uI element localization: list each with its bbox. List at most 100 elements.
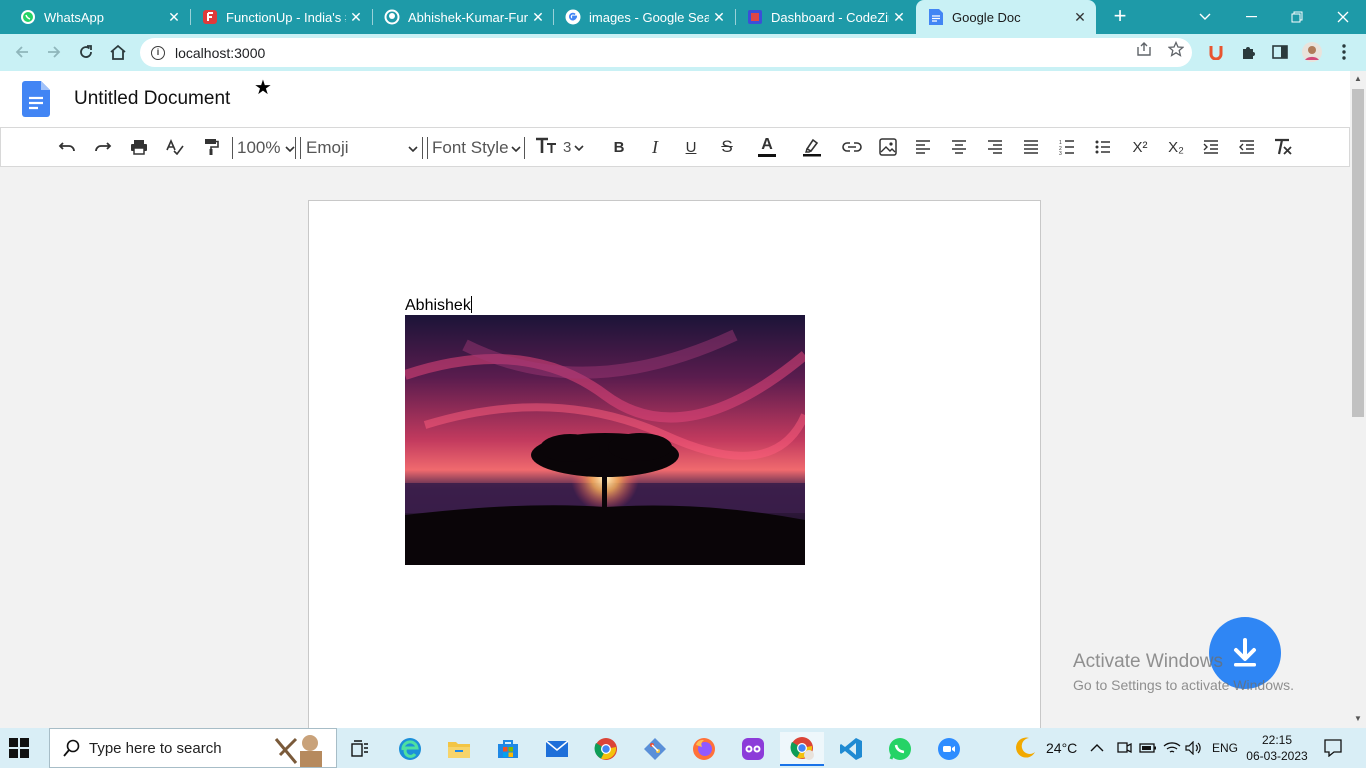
forward-button[interactable] (42, 40, 66, 64)
bold-button[interactable]: B (607, 134, 631, 160)
page-scrollbar[interactable]: ▲ ▼ (1350, 71, 1366, 728)
strikethrough-button[interactable]: S (715, 134, 739, 160)
minimize-button[interactable] (1228, 0, 1274, 34)
tab-functionup[interactable]: FunctionUp - India's # ✕ (182, 0, 372, 34)
mail-icon[interactable] (535, 732, 579, 766)
profile-avatar[interactable] (1302, 42, 1322, 62)
tab-search-chevron-icon[interactable] (1182, 0, 1228, 34)
align-center-icon[interactable] (947, 134, 971, 160)
chrome-icon[interactable] (584, 732, 628, 766)
notification-center-icon[interactable] (1324, 728, 1342, 768)
back-button[interactable] (10, 40, 34, 64)
paint-format-icon[interactable] (199, 134, 223, 160)
codezinc-icon (747, 9, 763, 25)
site-info-icon[interactable]: i (151, 45, 165, 60)
undo-icon[interactable] (55, 134, 79, 160)
redo-icon[interactable] (91, 134, 115, 160)
underline-button[interactable]: U (679, 134, 703, 160)
bookmark-star-icon[interactable] (1167, 40, 1185, 57)
tab-close-icon[interactable]: ✕ (889, 9, 909, 26)
edge-icon[interactable] (388, 732, 432, 766)
tab-close-icon[interactable]: ✕ (164, 9, 184, 26)
vscode-icon[interactable] (829, 732, 873, 766)
taskbar-search[interactable]: Type here to search (49, 728, 337, 768)
star-icon[interactable]: ★ (254, 78, 274, 98)
mask-app-icon[interactable] (731, 732, 775, 766)
scroll-down-icon[interactable]: ▼ (1353, 714, 1363, 724)
indent-icon[interactable] (1199, 134, 1223, 160)
chrome-profile-icon[interactable] (780, 732, 824, 766)
microsoft-store-icon[interactable] (486, 732, 530, 766)
extension-magnet-icon[interactable] (1206, 42, 1226, 62)
address-bar[interactable]: i localhost:3000 (140, 38, 1192, 67)
tab-google-doc[interactable]: Google Doc ✕ (916, 0, 1096, 34)
spellcheck-icon[interactable] (163, 134, 187, 160)
inserted-image[interactable] (405, 315, 805, 565)
share-icon[interactable] (1136, 41, 1152, 57)
windows-start-icon[interactable] (8, 737, 30, 759)
side-panel-icon[interactable] (1270, 42, 1290, 62)
align-justify-icon[interactable] (1019, 134, 1043, 160)
toolbar-divider (427, 137, 428, 159)
new-tab-button[interactable]: + (1108, 4, 1132, 28)
reload-button[interactable] (74, 40, 98, 64)
font-style-select[interactable]: Font Style (432, 135, 521, 161)
scroll-thumb[interactable] (1352, 89, 1364, 417)
zoom-icon[interactable] (927, 732, 971, 766)
highlight-color-icon[interactable] (799, 134, 825, 160)
chevron-down-icon (408, 141, 418, 155)
volume-icon[interactable] (1185, 728, 1203, 768)
tab-close-icon[interactable]: ✕ (1070, 9, 1090, 26)
insert-link-icon[interactable] (839, 134, 865, 160)
italic-button[interactable]: I (643, 134, 667, 160)
text-color-label: A (761, 135, 773, 153)
show-hidden-icons-chevron-icon[interactable] (1090, 728, 1104, 768)
tab-title: images - Google Searc (589, 9, 709, 25)
text-cursor (470, 296, 472, 313)
extensions-puzzle-icon[interactable] (1238, 42, 1258, 62)
font-size-value: 3 (563, 138, 572, 156)
battery-icon[interactable] (1139, 728, 1157, 768)
document-title[interactable]: Untitled Document (74, 88, 230, 110)
tab-whatsapp[interactable]: WhatsApp ✕ (0, 0, 190, 34)
subscript-button[interactable]: X₂ (1163, 134, 1189, 160)
superscript-button[interactable]: X² (1127, 134, 1153, 160)
git-icon[interactable] (633, 732, 677, 766)
browser-menu-icon[interactable] (1334, 42, 1354, 62)
moon-icon (1016, 737, 1035, 758)
wifi-icon[interactable] (1163, 728, 1181, 768)
scroll-up-icon[interactable]: ▲ (1353, 74, 1363, 84)
numbered-list-icon[interactable]: 123 (1055, 134, 1079, 160)
tab-close-icon[interactable]: ✕ (346, 9, 366, 26)
document-page[interactable]: Abhishek (308, 200, 1041, 740)
align-right-icon[interactable] (983, 134, 1007, 160)
bulleted-list-icon[interactable] (1091, 134, 1115, 160)
home-button[interactable] (106, 40, 130, 64)
system-clock[interactable]: 22:15 06-03-2023 (1240, 732, 1314, 764)
chevron-down-icon (285, 141, 295, 155)
restore-button[interactable] (1274, 0, 1320, 34)
tab-github[interactable]: Abhishek-Kumar-Func ✕ (364, 0, 554, 34)
download-button[interactable] (1209, 617, 1281, 689)
tab-google-search[interactable]: images - Google Searc ✕ (545, 0, 735, 34)
document-body-text[interactable]: Abhishek (405, 296, 472, 315)
tab-codezinc[interactable]: Dashboard - CodeZinc ✕ (727, 0, 915, 34)
align-left-icon[interactable] (911, 134, 935, 160)
input-language[interactable]: ENG (1212, 728, 1238, 768)
font-family-select[interactable]: Emoji (306, 135, 418, 161)
zoom-select[interactable]: 100% (237, 135, 295, 161)
task-view-icon[interactable] (338, 732, 382, 766)
font-size-select[interactable]: 3 (535, 134, 591, 160)
meet-now-icon[interactable] (1116, 728, 1132, 768)
clear-formatting-icon[interactable] (1271, 134, 1295, 160)
text-color-button[interactable]: A (755, 134, 779, 160)
close-window-button[interactable] (1320, 0, 1366, 34)
outdent-icon[interactable] (1235, 134, 1259, 160)
print-icon[interactable] (127, 134, 151, 160)
tab-close-icon[interactable]: ✕ (709, 9, 729, 26)
insert-image-icon[interactable] (875, 134, 901, 160)
file-explorer-icon[interactable] (437, 732, 481, 766)
weather-widget[interactable]: 24°C (1012, 728, 1077, 768)
firefox-icon[interactable] (682, 732, 726, 766)
whatsapp-taskbar-icon[interactable] (878, 732, 922, 766)
